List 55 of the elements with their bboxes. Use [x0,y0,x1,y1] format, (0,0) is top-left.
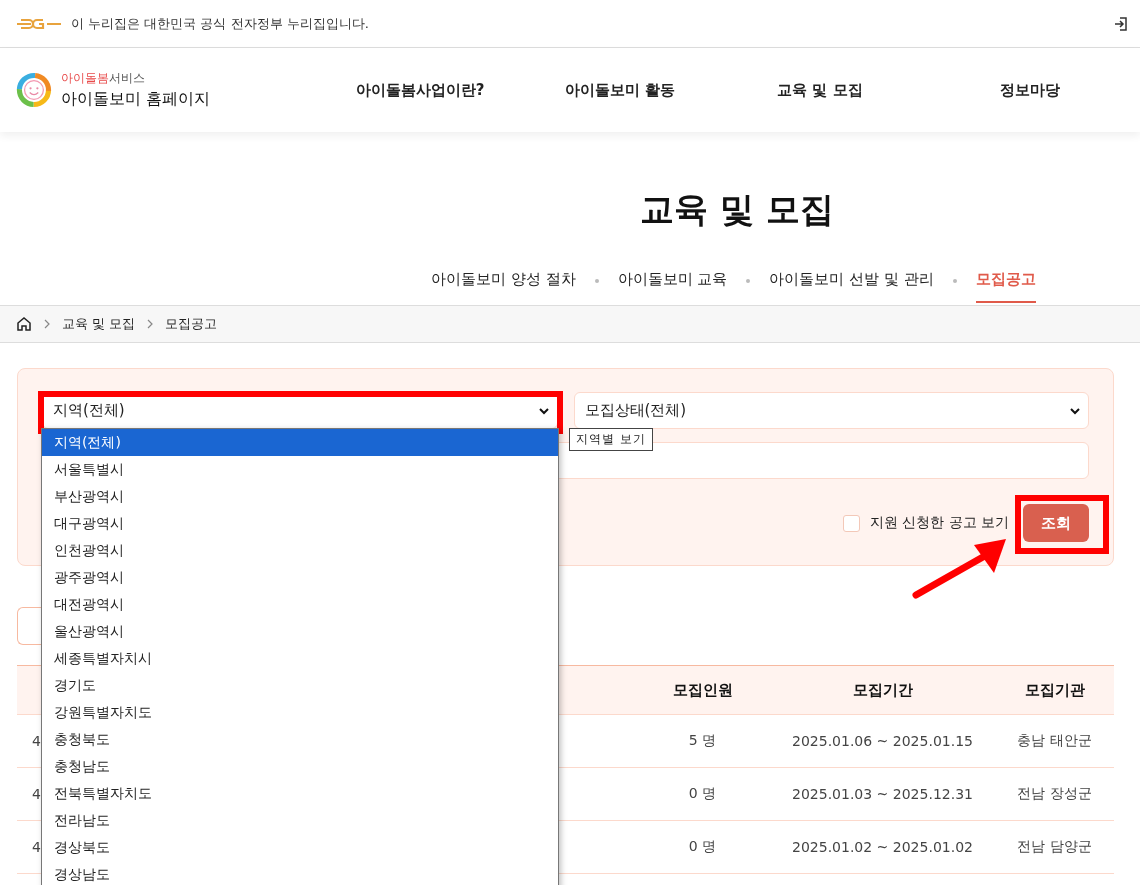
banner-text: 이 누리집은 대한민국 공식 전자정부 누리집입니다. [71,14,369,33]
home-icon[interactable] [16,316,32,332]
dropdown-option[interactable]: 서울특별시 [42,456,558,483]
dropdown-option[interactable]: 충청북도 [42,726,558,753]
table-cell-text: 2025.01.03 ~ 2025.12.31 [791,786,974,802]
table-cell-text: 5 명 [687,732,718,750]
column-header: 모집인원 [671,680,734,700]
dropdown-option[interactable]: 세종특별자치시 [42,645,558,672]
sub-tab[interactable]: 아이돌보미 선발 및 관리 [769,266,934,303]
checkbox-label[interactable]: 지원 신청한 공고 보기 [869,514,1009,532]
table-cell-text: 0 명 [687,838,718,856]
chevron-icon [146,319,155,329]
dropdown-option[interactable]: 울산광역시 [42,618,558,645]
service-label: 아이돌봄서비스 [60,70,146,87]
table-cell-text: 전남 장성군 [1016,785,1093,803]
nav-link[interactable]: 아이돌봄사업이란? [320,80,520,100]
dropdown-option[interactable]: 충청남도 [42,753,558,780]
breadcrumb-link[interactable]: 모집공고 [165,315,218,333]
dropdown-option[interactable]: 대구광역시 [42,510,558,537]
dropdown-option[interactable]: 대전광역시 [42,591,558,618]
dropdown-option[interactable]: 전북특별자치도 [42,780,558,807]
dropdown-option[interactable]: 전라남도 [42,807,558,834]
emblem-icon [17,16,61,31]
table-cell-text: 전남 담양군 [1016,838,1093,856]
chevron-icon [43,319,51,329]
tooltip: 지역별 보기 [569,428,653,451]
chevron-icon [1070,406,1080,415]
nav-link[interactable]: 교육 및 모집 [720,80,920,100]
column-header: 모집기관 [1023,680,1086,700]
status-select[interactable]: 모집상태(전체) [573,392,1089,429]
sub-tab[interactable]: 모집공고 [975,266,1036,303]
dropdown-option[interactable]: 강원특별자치도 [42,699,558,726]
dropdown-option[interactable]: 광주광역시 [42,564,558,591]
table-cell-text: 2025.01.06 ~ 2025.01.15 [791,733,974,749]
nav-link[interactable]: 정보마당 [920,80,1140,100]
table-cell-text: 충남 태안군 [1016,732,1093,750]
dropdown-option[interactable]: 경상북도 [42,834,558,861]
search-button[interactable]: 조회 [1023,504,1089,542]
table-cell-text: 2025.01.02 ~ 2025.01.02 [791,839,974,855]
login-icon[interactable] [1114,16,1128,31]
page-title: 교육 및 모집 [639,188,835,231]
table-cell-text: 0 명 [687,785,718,803]
dropdown-option[interactable]: 인천광역시 [42,537,558,564]
sub-tab[interactable]: 아이돌보미 교육 [617,266,728,303]
dropdown-option[interactable]: 지역(전체) [42,429,558,456]
column-header: 모집기간 [851,680,914,700]
breadcrumb-link[interactable]: 교육 및 모집 [62,315,136,333]
nav-link[interactable]: 아이돌보미 활동 [520,80,720,100]
dropdown-option[interactable]: 경상남도 [42,861,558,885]
site-name[interactable]: 아이돌보미 홈페이지 [60,89,292,110]
dropdown-option[interactable]: 부산광역시 [42,483,558,510]
sub-tab[interactable]: 아이돌보미 양성 절차 [431,266,576,303]
checkbox[interactable] [842,514,860,532]
chevron-icon [538,406,549,415]
dropdown-option[interactable]: 경기도 [42,672,558,699]
